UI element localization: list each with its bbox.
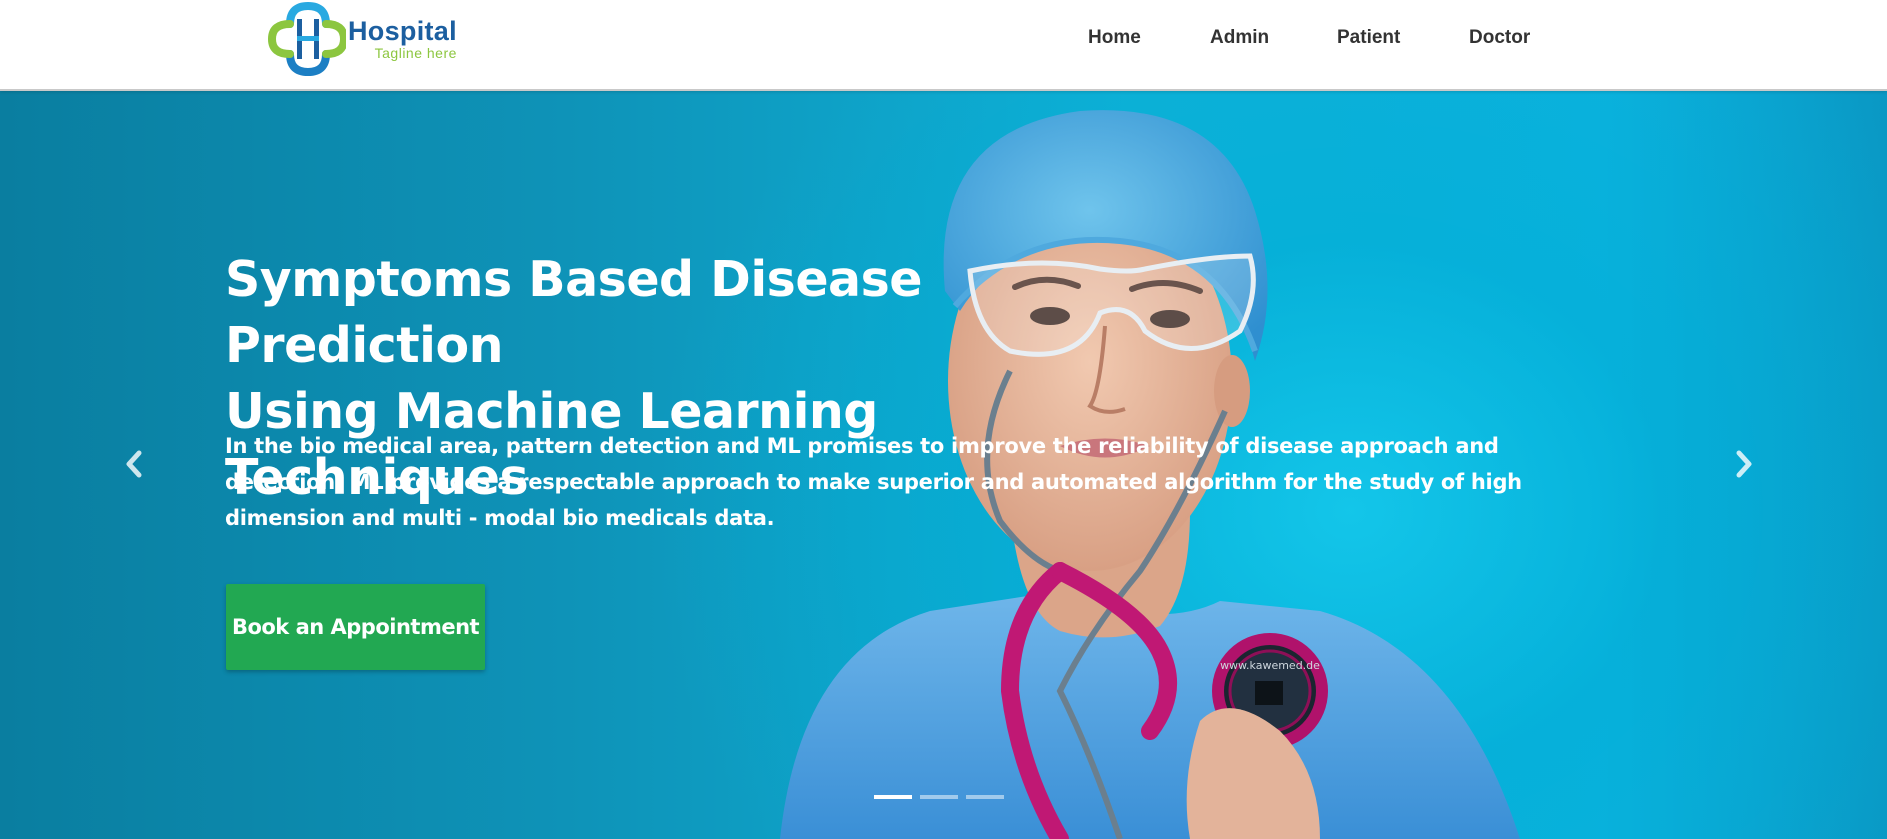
navbar: Hospital Tagline here Home Admin Patient… bbox=[0, 0, 1887, 91]
hero-title-line-1: Symptoms Based Disease Prediction bbox=[225, 251, 923, 374]
carousel-indicator-2[interactable] bbox=[920, 795, 958, 799]
chevron-left-icon bbox=[126, 450, 142, 478]
chevron-right-icon bbox=[1736, 450, 1752, 478]
brand-tagline: Tagline here bbox=[374, 45, 457, 61]
carousel-indicator-1[interactable] bbox=[874, 795, 912, 799]
hospital-logo[interactable]: Hospital Tagline here bbox=[268, 2, 468, 76]
carousel-indicator-3[interactable] bbox=[966, 795, 1004, 799]
nav-admin[interactable]: Admin bbox=[1210, 27, 1269, 49]
stethoscope-brand-text: www.kawemed.de bbox=[1220, 659, 1320, 672]
nav-doctor[interactable]: Doctor bbox=[1469, 27, 1530, 49]
nav-home[interactable]: Home bbox=[1088, 27, 1141, 49]
carousel-next-button[interactable] bbox=[1724, 444, 1764, 484]
hero-description: In the bio medical area, pattern detecti… bbox=[225, 434, 1522, 530]
nav-patient[interactable]: Patient bbox=[1337, 27, 1400, 49]
brand-name: Hospital bbox=[348, 16, 457, 46]
logo-text: Hospital Tagline here bbox=[348, 17, 457, 61]
carousel-prev-button[interactable] bbox=[114, 444, 154, 484]
hero-carousel: www.kawemed.de Symptoms Based Disease Pr… bbox=[0, 91, 1887, 839]
book-appointment-button[interactable]: Book an Appointment bbox=[226, 584, 485, 670]
carousel-indicators bbox=[874, 795, 1004, 799]
hospital-logo-icon bbox=[268, 2, 346, 76]
